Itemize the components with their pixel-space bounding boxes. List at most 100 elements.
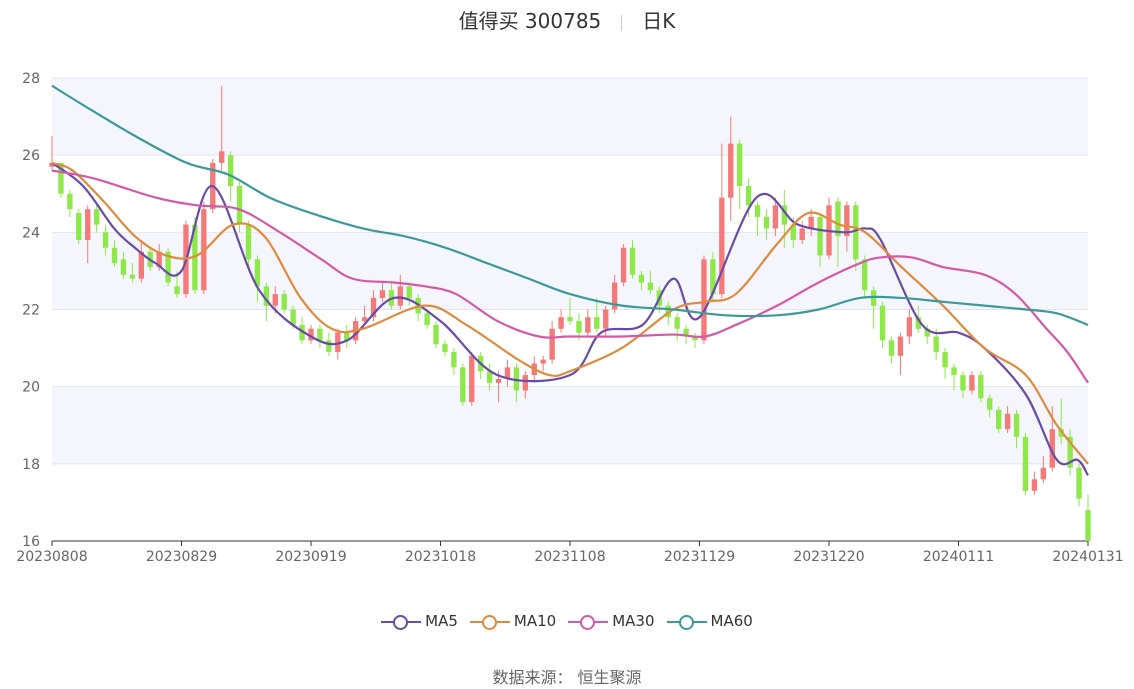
candle-body — [102, 232, 109, 248]
candle — [978, 371, 984, 403]
candle-body — [442, 344, 448, 352]
candle-body — [951, 367, 957, 376]
candle-body — [93, 209, 100, 225]
candle-body — [594, 317, 600, 329]
grid-band — [52, 78, 1088, 156]
x-tick-label: 20231018 — [405, 549, 476, 565]
candle-body — [978, 375, 984, 399]
candle-body — [674, 317, 680, 329]
candle-body — [451, 351, 457, 368]
y-tick-label: 18 — [22, 457, 40, 473]
legend-swatch — [666, 614, 707, 630]
candle-body — [1004, 413, 1011, 430]
candle-body — [638, 274, 645, 283]
candle-body — [379, 290, 386, 298]
candle-body — [272, 294, 278, 306]
candle — [433, 321, 439, 349]
x-tick-label: 20240111 — [923, 549, 994, 565]
y-tick-label: 20 — [22, 380, 40, 396]
x-tick-label: 20230808 — [16, 549, 87, 565]
x-tick-label: 20231129 — [664, 549, 735, 565]
candle-body — [960, 375, 966, 391]
candle-body — [76, 213, 82, 241]
candle-body — [317, 328, 323, 341]
candle-body — [799, 228, 805, 241]
legend-swatch — [469, 614, 510, 630]
candle-body — [522, 375, 529, 391]
candle-body — [549, 328, 555, 360]
x-tick-label: 20240131 — [1052, 549, 1123, 565]
x-tick-label: 20230829 — [146, 549, 217, 565]
candle-body — [763, 216, 770, 229]
candle-body — [558, 317, 564, 329]
y-tick-label: 22 — [22, 303, 40, 319]
x-tick-label: 20230919 — [275, 549, 346, 565]
candle-body — [433, 324, 439, 345]
legend-item-ma5[interactable]: MA5 — [381, 612, 458, 630]
candle — [469, 351, 475, 406]
candle-body — [933, 336, 939, 352]
candle-body — [281, 294, 287, 310]
grid-band — [52, 463, 1088, 541]
candle-body — [701, 259, 707, 341]
candle-body — [540, 359, 546, 364]
legend-marker-icon — [393, 614, 409, 630]
candle — [996, 405, 1002, 433]
legend-item-ma30[interactable]: MA30 — [568, 612, 655, 630]
candle-body — [754, 205, 761, 217]
legend-item-ma10[interactable]: MA10 — [469, 612, 557, 630]
legend-marker-icon — [678, 614, 694, 630]
candle-body — [745, 186, 752, 206]
candle-body — [817, 216, 823, 256]
candle-body — [1085, 510, 1091, 541]
data-source: 数据来源： 恒生聚源 — [492, 668, 642, 687]
legend-label: MA10 — [513, 612, 557, 630]
candlestick-chart: 16 18 20 22 24 26 28 20230808 20230829 20230919 20… — [16, 71, 1123, 565]
y-tick-label: 26 — [22, 148, 40, 164]
candle — [165, 247, 171, 287]
candle-body — [326, 340, 332, 352]
candle-body — [1040, 467, 1047, 480]
candle — [76, 209, 82, 244]
candle-body — [1031, 479, 1038, 491]
candle-body — [719, 197, 725, 295]
candle-body — [174, 286, 180, 295]
candle-body — [460, 367, 466, 403]
candle-body — [469, 355, 475, 403]
candle-body — [737, 143, 743, 187]
candle-body — [996, 409, 1002, 430]
candle-body — [879, 305, 886, 341]
legend: MA5 MA10 MA30 MA60 — [0, 612, 1134, 630]
y-tick-label: 16 — [22, 534, 40, 550]
candle-body — [67, 193, 73, 210]
candle-body — [888, 340, 895, 356]
candle-body — [406, 286, 412, 298]
legend-label: MA60 — [710, 612, 753, 630]
y-tick-label: 28 — [22, 71, 40, 87]
candle-body — [862, 259, 868, 291]
candle — [620, 243, 627, 287]
candle — [701, 255, 707, 345]
candle-body — [585, 317, 591, 333]
grid-band — [52, 155, 1088, 233]
candle-body — [897, 336, 904, 356]
candle-body — [629, 247, 636, 275]
legend-label: MA30 — [612, 612, 655, 630]
candle-body — [567, 317, 573, 322]
candle-body — [647, 282, 654, 291]
candle-body — [219, 151, 225, 163]
candle — [826, 197, 832, 260]
candle-body — [245, 224, 252, 260]
candle-body — [495, 378, 502, 383]
candle-body — [1013, 413, 1020, 437]
candle-body — [129, 274, 136, 279]
candle-body — [120, 259, 127, 275]
legend-label: MA5 — [425, 612, 458, 630]
legend-item-ma60[interactable]: MA60 — [666, 612, 753, 630]
candle-body — [942, 351, 948, 368]
candle-body — [424, 313, 430, 325]
candle-body — [236, 186, 243, 225]
candle-body — [987, 398, 993, 410]
x-tick-label: 20231108 — [534, 549, 605, 565]
candle — [460, 363, 466, 406]
